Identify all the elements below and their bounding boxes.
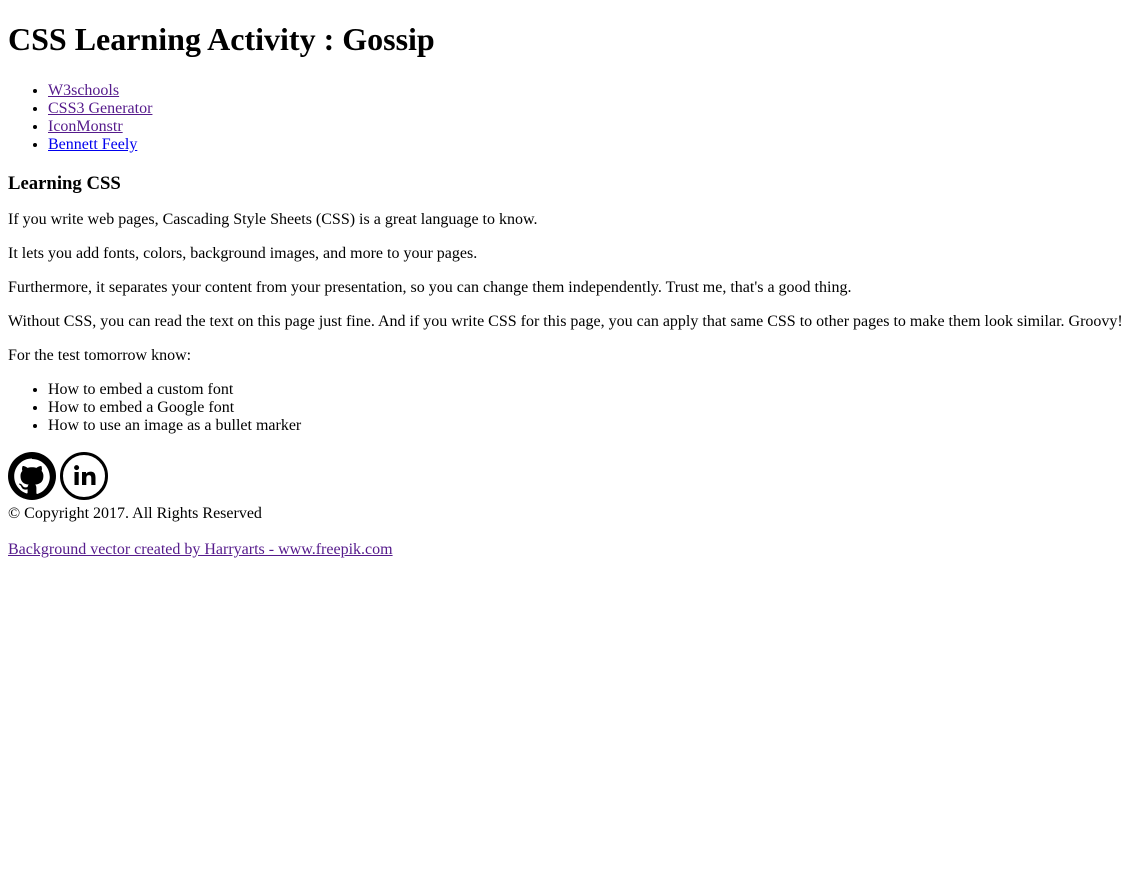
github-icon[interactable] <box>8 452 56 500</box>
linkedin-icon[interactable] <box>60 452 108 500</box>
nav-list-item: Bennett Feely <box>48 136 1128 154</box>
paragraph: It lets you add fonts, colors, backgroun… <box>8 245 478 262</box>
paragraph: Without CSS, you can read the text on th… <box>8 313 1123 330</box>
nav-list-item: W3schools <box>48 82 1128 100</box>
paragraph: For the test tomorrow know: <box>8 347 192 364</box>
credit-paragraph: Background vector created by Harryarts -… <box>8 541 1128 559</box>
nav-list-item: CSS3 Generator <box>48 100 1128 118</box>
link-w3schools[interactable]: W3schools <box>48 82 119 99</box>
list-item: How to use an image as a bullet marker <box>48 417 1128 435</box>
test-topic-list: How to embed a custom font How to embed … <box>8 381 1128 435</box>
list-item: How to embed a Google font <box>48 399 1128 417</box>
paragraph: If you write web pages, Cascading Style … <box>8 211 538 228</box>
paragraph: Furthermore, it separates your content f… <box>8 279 852 296</box>
nav-link-list: W3schools CSS3 Generator IconMonstr Benn… <box>8 82 1128 154</box>
copyright-text: © Copyright 2017. All Rights Reserved <box>8 505 262 522</box>
page-title: CSS Learning Activity : Gossip <box>8 21 435 57</box>
list-item: How to embed a custom font <box>48 381 1128 399</box>
social-links <box>8 451 1128 501</box>
link-css3-generator[interactable]: CSS3 Generator <box>48 100 152 117</box>
page: CSS Learning Activity : Gossip W3schools… <box>0 0 1136 559</box>
section-heading: Learning CSS <box>8 173 121 194</box>
link-bennett-feely[interactable]: Bennett Feely <box>48 136 137 153</box>
nav-list-item: IconMonstr <box>48 118 1128 136</box>
link-iconmonstr[interactable]: IconMonstr <box>48 118 123 135</box>
freepik-credit-link[interactable]: Background vector created by Harryarts -… <box>8 541 393 558</box>
